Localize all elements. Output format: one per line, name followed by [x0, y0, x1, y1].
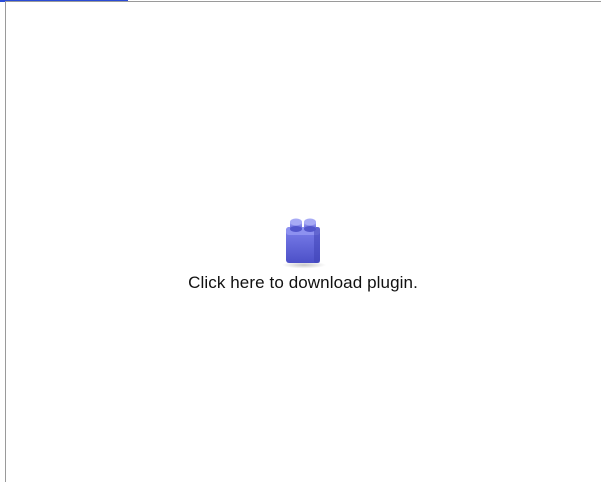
download-plugin-prompt[interactable]: Click here to download plugin.	[0, 213, 606, 303]
download-plugin-text[interactable]: Click here to download plugin.	[0, 273, 606, 293]
page: Click here to download plugin.	[0, 0, 606, 483]
lego-brick-plugin-icon	[282, 218, 326, 269]
